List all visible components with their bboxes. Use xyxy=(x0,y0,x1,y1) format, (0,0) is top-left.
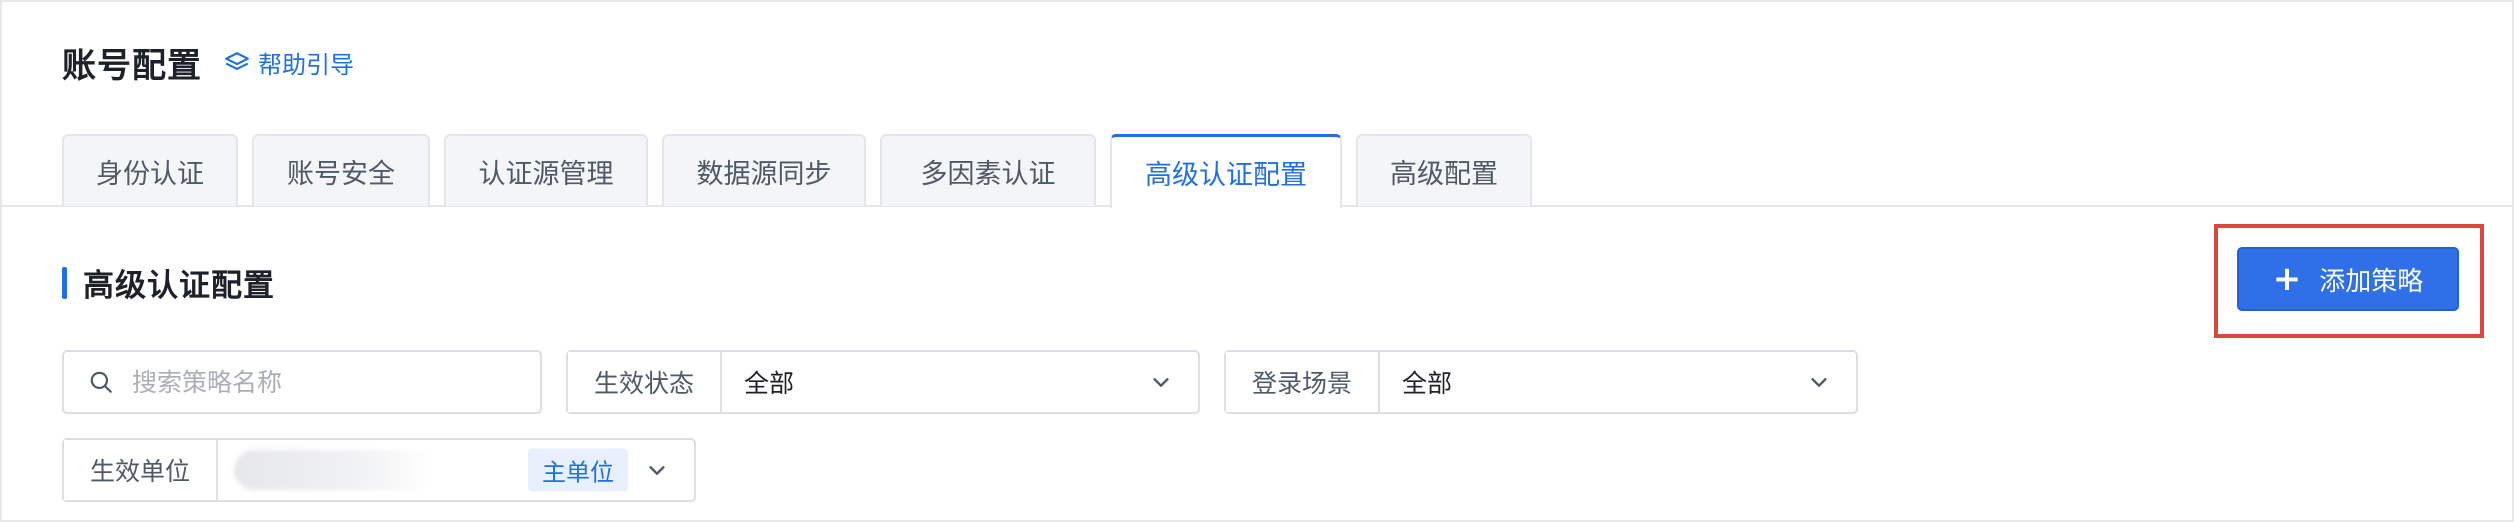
tab-advanced-auth-config[interactable]: 高级认证配置 xyxy=(1110,134,1342,208)
status-filter-value: 全部 xyxy=(744,369,795,398)
section-title: 高级认证配置 xyxy=(83,268,275,304)
scene-filter: 登录场景 全部 xyxy=(1224,350,1858,414)
tab-auth-source-management[interactable]: 认证源管理 xyxy=(444,134,648,206)
tab-data-source-sync[interactable]: 数据源同步 xyxy=(662,134,866,206)
page-title: 账号配置 xyxy=(62,46,202,86)
section-heading: 高级认证配置 xyxy=(62,260,275,305)
layers-icon xyxy=(225,51,249,70)
scene-filter-label: 登录场景 xyxy=(1226,352,1380,412)
policy-search-box xyxy=(62,350,542,414)
search-icon xyxy=(90,371,112,393)
section-accent-bar xyxy=(62,266,67,299)
plus-icon: + xyxy=(2272,259,2302,299)
help-guide-label: 帮助引导 xyxy=(258,51,354,79)
tab-mfa[interactable]: 多因素认证 xyxy=(880,134,1096,206)
status-filter-label: 生效状态 xyxy=(568,352,722,412)
add-policy-label: 添加策略 xyxy=(2319,266,2424,297)
tab-bar: 身份认证 账号安全 认证源管理 数据源同步 多因素认证 高级认证配置 高级配置 xyxy=(62,134,1546,208)
unit-filter-select[interactable]: 主单位 xyxy=(218,440,694,500)
primary-unit-tag: 主单位 xyxy=(528,448,628,492)
blurred-unit-name xyxy=(234,450,434,490)
unit-filter: 生效单位 主单位 xyxy=(62,438,696,502)
tab-advanced-config[interactable]: 高级配置 xyxy=(1356,134,1532,206)
chevron-down-icon xyxy=(1153,378,1169,387)
scene-filter-select[interactable]: 全部 xyxy=(1380,352,1856,412)
status-filter: 生效状态 全部 xyxy=(566,350,1200,414)
add-policy-button[interactable]: + 添加策略 xyxy=(2237,247,2459,311)
help-guide-link[interactable]: 帮助引导 xyxy=(224,45,354,80)
chevron-down-icon xyxy=(1811,378,1827,387)
page-header: 账号配置 帮助引导 xyxy=(62,38,354,87)
tab-account-security[interactable]: 账号安全 xyxy=(252,134,430,206)
unit-filter-label: 生效单位 xyxy=(64,440,218,500)
tab-identity-auth[interactable]: 身份认证 xyxy=(62,134,238,206)
policy-search-input[interactable] xyxy=(132,367,512,397)
scene-filter-value: 全部 xyxy=(1402,369,1453,398)
chevron-down-icon xyxy=(649,466,665,475)
status-filter-select[interactable]: 全部 xyxy=(722,352,1198,412)
